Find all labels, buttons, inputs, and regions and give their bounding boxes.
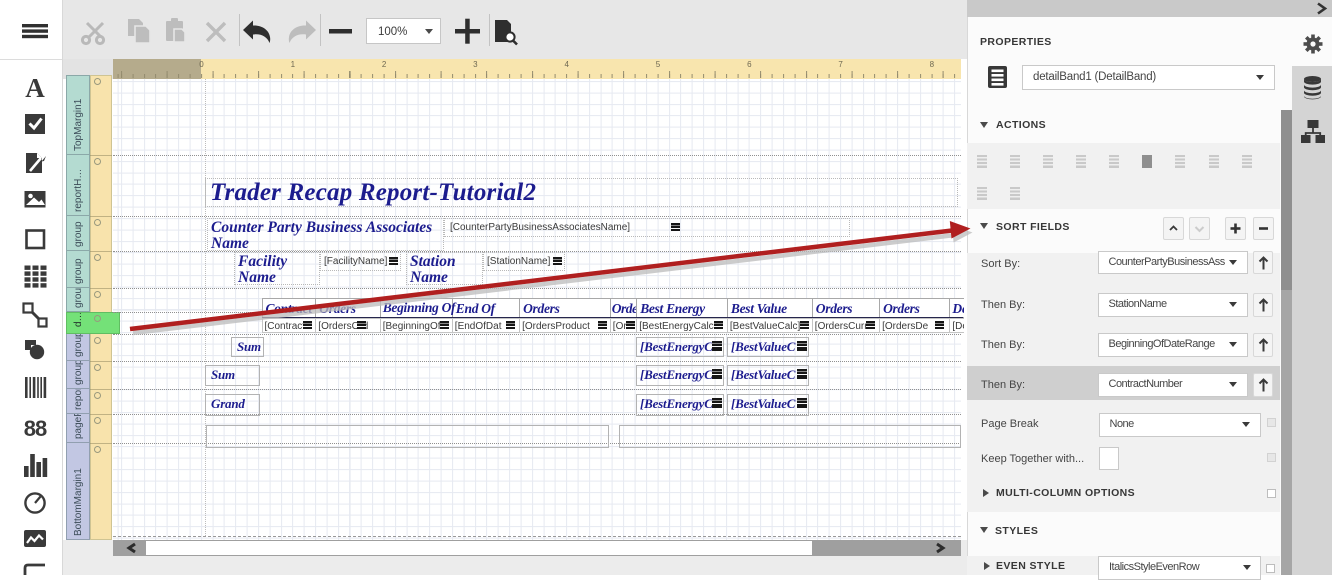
svg-text:A: A [25,73,45,103]
svg-text:88: 88 [24,416,47,441]
